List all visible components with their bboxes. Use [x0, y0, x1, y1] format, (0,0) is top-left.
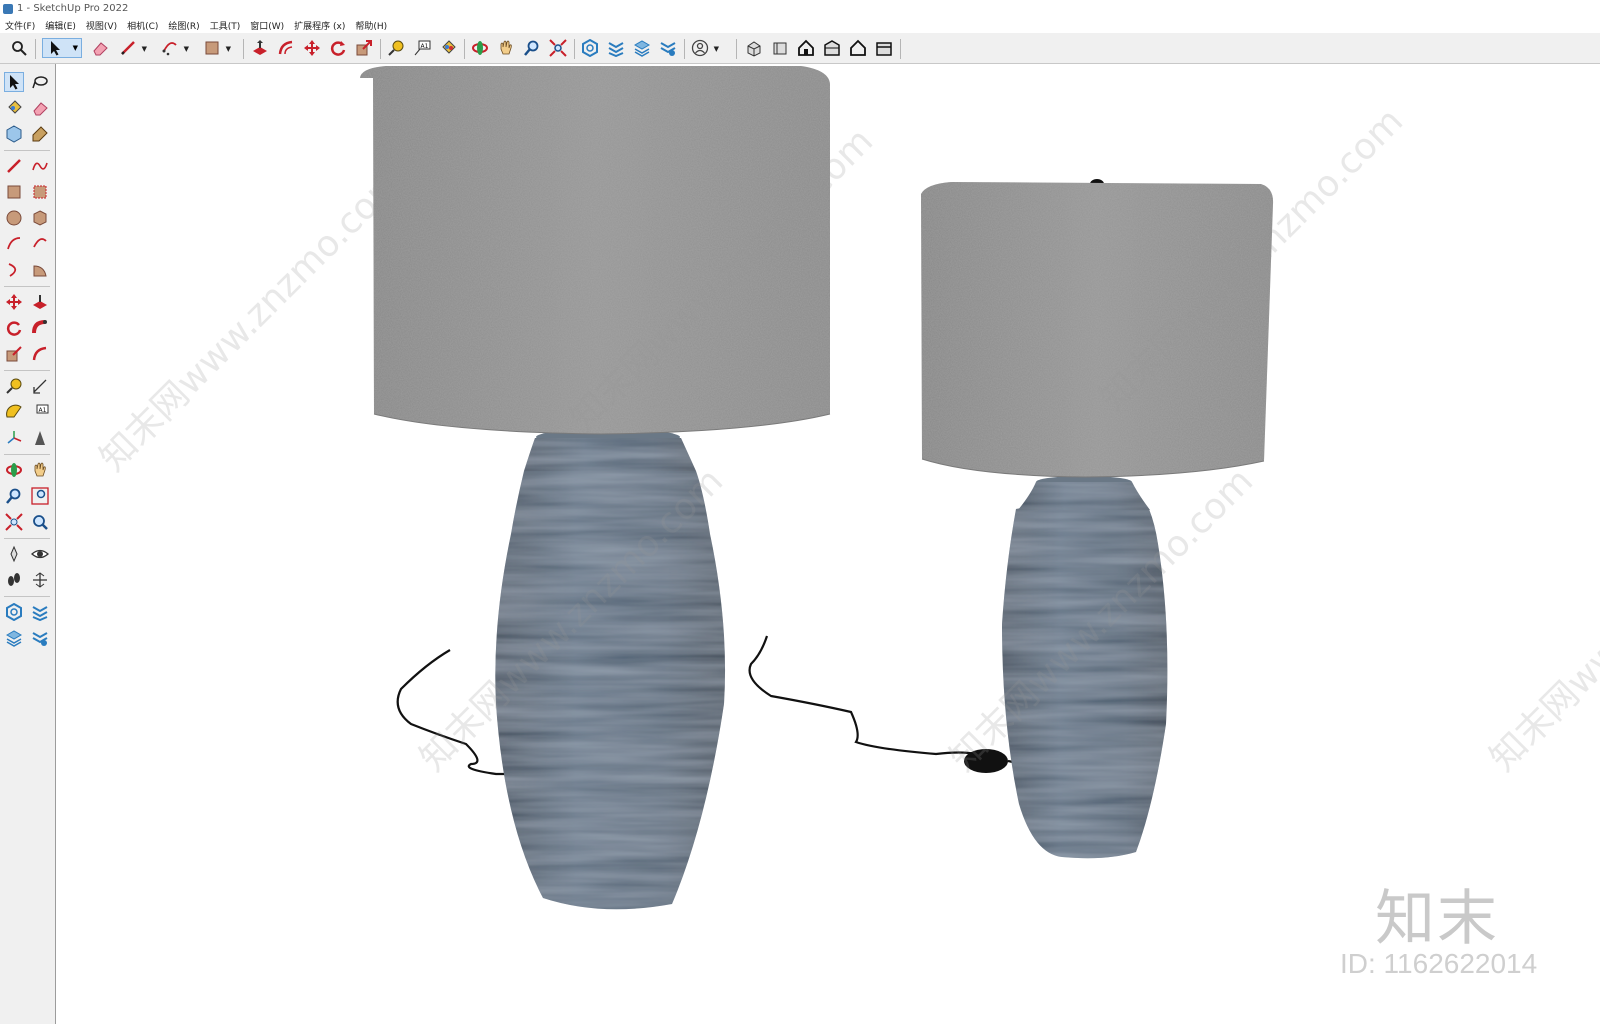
pencil-line-icon[interactable]: ▼	[118, 38, 147, 58]
account-icon[interactable]: ▼	[690, 38, 719, 58]
eraser-icon[interactable]	[90, 38, 110, 58]
zoom-extents-icon[interactable]	[548, 38, 568, 58]
lasso-select-icon[interactable]	[30, 72, 50, 92]
push-pull-icon[interactable]	[30, 292, 50, 312]
offset-icon[interactable]	[276, 38, 296, 58]
scale-icon[interactable]	[4, 344, 24, 364]
window-title: 1 - SketchUp Pro 2022	[17, 3, 129, 14]
top-toolbar: ▼ ▼ ▼ ▼ A1 ▼	[0, 33, 1600, 64]
freehand-icon[interactable]	[30, 156, 50, 176]
layout-icon[interactable]	[632, 38, 652, 58]
title-bar: 1 - SketchUp Pro 2022	[0, 0, 1600, 17]
text-tool-icon[interactable]: A1	[30, 402, 50, 422]
3d-warehouse-icon[interactable]	[580, 38, 600, 58]
select-arrow-icon[interactable]	[4, 72, 24, 92]
orbit-icon[interactable]	[470, 38, 490, 58]
previous-view-icon[interactable]	[30, 512, 50, 532]
front-view-icon[interactable]	[796, 38, 816, 58]
rotated-rectangle-icon[interactable]	[30, 182, 50, 202]
zoom-extents-icon[interactable]	[4, 512, 24, 532]
left-view-icon[interactable]	[874, 38, 894, 58]
zoom-icon[interactable]	[4, 486, 24, 506]
3d-text-icon[interactable]	[30, 428, 50, 448]
polygon-icon[interactable]	[30, 208, 50, 228]
sketchup-app-icon	[3, 3, 13, 14]
rotate-icon[interactable]	[4, 318, 24, 338]
orbit-icon[interactable]	[4, 460, 24, 480]
paint-bucket-icon[interactable]	[4, 98, 24, 118]
make-component-icon[interactable]	[4, 124, 24, 144]
move-icon[interactable]	[4, 292, 24, 312]
zoom-icon[interactable]	[522, 38, 542, 58]
tag-tool-icon[interactable]	[30, 124, 50, 144]
follow-me-icon[interactable]	[30, 318, 50, 338]
pan-hand-icon[interactable]	[496, 38, 516, 58]
extension-manager-icon[interactable]	[658, 38, 678, 58]
dimension-icon[interactable]	[30, 376, 50, 396]
menu-draw[interactable]: 绘图(R)	[163, 19, 204, 32]
select-tool-button[interactable]: ▼	[42, 38, 82, 58]
scale-icon[interactable]	[354, 38, 374, 58]
arc-icon[interactable]: ▼	[160, 38, 189, 58]
modeling-viewport[interactable]: 知末网www.znzmo.com 知末网www.znzmo.com 知末网www…	[56, 64, 1600, 1024]
menu-bar: 文件(F) 编辑(E) 视图(V) 相机(C) 绘图(R) 工具(T) 窗口(W…	[0, 17, 1600, 33]
position-camera-icon[interactable]	[4, 544, 24, 564]
protractor-icon[interactable]	[4, 402, 24, 422]
axes-icon[interactable]	[4, 428, 24, 448]
svg-text:A1: A1	[39, 407, 47, 414]
menu-view[interactable]: 视图(V)	[81, 19, 122, 32]
top-view-icon[interactable]	[770, 38, 790, 58]
circle-icon[interactable]	[4, 208, 24, 228]
menu-help[interactable]: 帮助(H)	[350, 19, 392, 32]
3d-warehouse-icon[interactable]	[4, 602, 24, 622]
three-point-arc-icon[interactable]	[4, 260, 24, 280]
move-icon[interactable]	[302, 38, 322, 58]
search-icon[interactable]	[9, 38, 29, 58]
left-toolbar: A1	[0, 64, 56, 1024]
line-pencil-icon[interactable]	[4, 156, 24, 176]
paint-bucket-icon[interactable]	[438, 38, 458, 58]
tape-measure-icon[interactable]	[4, 376, 24, 396]
menu-window[interactable]: 窗口(W)	[245, 19, 289, 32]
arc-icon[interactable]	[4, 234, 24, 254]
walk-icon[interactable]	[4, 570, 24, 590]
tape-measure-icon[interactable]	[386, 38, 406, 58]
watermark-id: ID: 1162622014	[1340, 948, 1538, 979]
eraser-icon[interactable]	[30, 98, 50, 118]
text-tool-icon[interactable]: A1	[412, 38, 432, 58]
menu-edit[interactable]: 编辑(E)	[40, 19, 81, 32]
iso-view-icon[interactable]	[744, 38, 764, 58]
right-view-icon[interactable]	[822, 38, 842, 58]
lamp-scene	[360, 66, 1274, 910]
two-point-arc-icon[interactable]	[30, 234, 50, 254]
right-lamp-shade	[921, 182, 1274, 478]
pan-hand-icon[interactable]	[30, 460, 50, 480]
layout-icon[interactable]	[4, 628, 24, 648]
pie-icon[interactable]	[30, 260, 50, 280]
menu-extensions[interactable]: 扩展程序 (x)	[289, 19, 350, 32]
menu-tools[interactable]: 工具(T)	[205, 19, 246, 32]
extension-warehouse-icon[interactable]	[30, 602, 50, 622]
svg-text:A1: A1	[421, 43, 429, 50]
watermark-logo: 知末	[1375, 884, 1499, 954]
offset-icon[interactable]	[30, 344, 50, 364]
push-pull-icon[interactable]	[250, 38, 270, 58]
rotate-icon[interactable]	[328, 38, 348, 58]
look-around-icon[interactable]	[30, 544, 50, 564]
extension-manager-icon[interactable]	[30, 628, 50, 648]
section-plane-icon[interactable]	[30, 570, 50, 590]
menu-camera[interactable]: 相机(C)	[122, 19, 163, 32]
back-view-icon[interactable]	[848, 38, 868, 58]
zoom-window-icon[interactable]	[30, 486, 50, 506]
menu-file[interactable]: 文件(F)	[0, 19, 40, 32]
rectangle-icon[interactable]: ▼	[202, 38, 231, 58]
extension-warehouse-icon[interactable]	[606, 38, 626, 58]
rectangle-icon[interactable]	[4, 182, 24, 202]
